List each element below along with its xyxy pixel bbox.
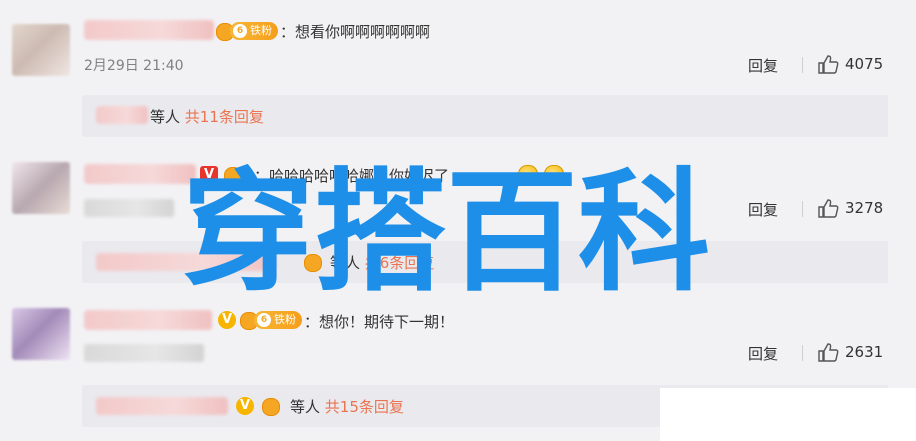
comment-text: ：想看你啊啊啊啊啊啊 (280, 23, 431, 41)
verified-badge: V (200, 166, 218, 184)
crown-icon (262, 398, 280, 416)
reply-button[interactable]: 回复 (748, 55, 778, 76)
fan-badge[interactable]: 6 铁粉 (230, 22, 278, 40)
fan-level: 6 (257, 313, 271, 327)
fan-badge[interactable]: 6 铁粉 (254, 311, 302, 329)
username[interactable] (84, 164, 196, 184)
replies-suffix: 等人 (150, 108, 181, 126)
like-button[interactable]: 2631 (817, 342, 883, 362)
reply-button[interactable]: 回复 (748, 343, 778, 364)
crown-icon (304, 254, 322, 272)
avatar[interactable] (12, 162, 70, 214)
replies-suffix: 等人 (330, 254, 361, 272)
like-count: 2631 (845, 343, 884, 361)
username[interactable] (84, 310, 212, 330)
replies-box: 等人 共6条回复 (82, 241, 888, 283)
emoji-icon (518, 165, 538, 185)
replies-suffix: 等人 (290, 398, 321, 416)
emoji-icon (544, 165, 564, 185)
timestamp (84, 344, 204, 362)
thumbs-up-icon (818, 343, 839, 362)
reply-button[interactable]: 回复 (748, 199, 778, 220)
blank-area (660, 388, 916, 441)
replies-box: 等人 共11条回复 (82, 95, 888, 137)
like-count: 3278 (845, 199, 884, 217)
comment-text: ：想你！期待下一期！ (304, 313, 455, 331)
timestamp: 2月29日 21:40 (84, 58, 184, 74)
like-button[interactable]: 3278 (817, 198, 883, 218)
reply-user[interactable] (96, 106, 148, 124)
fan-level: 6 (233, 24, 247, 38)
view-replies-link[interactable]: 共11条回复 (185, 108, 264, 126)
like-count: 4075 (845, 55, 884, 73)
crown-icon (224, 167, 242, 185)
view-replies-link[interactable]: 共6条回复 (365, 254, 435, 272)
username[interactable] (84, 20, 214, 40)
view-replies-link[interactable]: 共15条回复 (325, 398, 404, 416)
divider (802, 201, 803, 217)
avatar[interactable] (12, 308, 70, 360)
timestamp (84, 199, 174, 217)
divider (802, 57, 803, 73)
reply-user[interactable] (96, 397, 228, 415)
thumbs-up-icon (818, 199, 839, 218)
v-badge: V (236, 397, 254, 415)
v-badge: V (218, 311, 236, 329)
avatar[interactable] (12, 24, 70, 76)
comment-text: ：哈哈哈哈哈哈娜姐你好迟了 (254, 167, 450, 185)
reply-user[interactable] (96, 253, 276, 271)
like-button[interactable]: 4075 (817, 54, 883, 74)
divider (802, 345, 803, 361)
thumbs-up-icon (818, 55, 839, 74)
